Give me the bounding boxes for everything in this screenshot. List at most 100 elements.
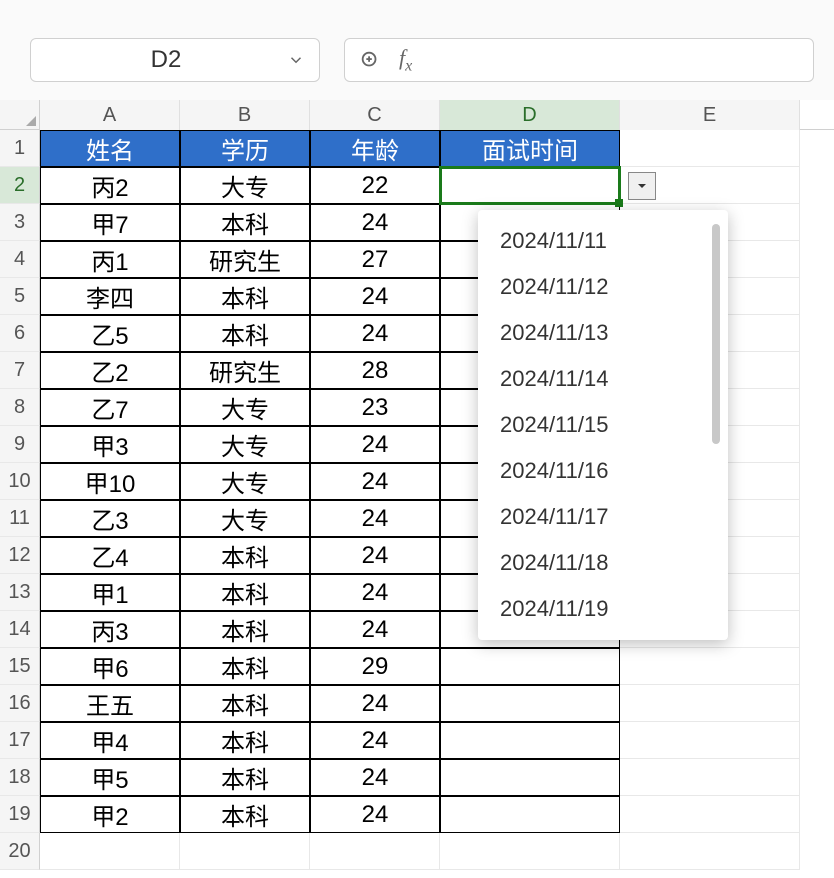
row-header[interactable]: 11 [0,500,40,537]
dropdown-option[interactable]: 2024/11/19 [478,586,712,632]
cell-E19[interactable] [620,796,800,833]
cell-B19[interactable]: 本科 [180,796,310,833]
cell-A14[interactable]: 丙3 [40,611,180,648]
column-header-d[interactable]: D [440,100,620,130]
cell-A19[interactable]: 甲2 [40,796,180,833]
cell-C4[interactable]: 27 [310,241,440,278]
cell-D17[interactable] [440,722,620,759]
dropdown-scrollbar[interactable] [712,224,722,626]
row-header[interactable]: 1 [0,130,40,167]
cell-D2[interactable] [440,167,620,204]
row-header[interactable]: 20 [0,833,40,870]
cell-D1[interactable]: 面试时间 [440,130,620,167]
row-header[interactable]: 19 [0,796,40,833]
cell-D15[interactable] [440,648,620,685]
cell-B6[interactable]: 本科 [180,315,310,352]
cell-B18[interactable]: 本科 [180,759,310,796]
formula-input[interactable] [430,49,799,72]
cell-D20[interactable] [440,833,620,870]
column-header-a[interactable]: A [40,100,180,130]
cell-B2[interactable]: 大专 [180,167,310,204]
cell-E18[interactable] [620,759,800,796]
row-header[interactable]: 4 [0,241,40,278]
lookup-icon[interactable] [359,49,381,71]
dropdown-option[interactable]: 2024/11/17 [478,494,712,540]
dropdown-option[interactable]: 2024/11/15 [478,402,712,448]
row-header[interactable]: 7 [0,352,40,389]
cell-B11[interactable]: 大专 [180,500,310,537]
cell-B8[interactable]: 大专 [180,389,310,426]
cell-B15[interactable]: 本科 [180,648,310,685]
cell-C17[interactable]: 24 [310,722,440,759]
cell-A16[interactable]: 王五 [40,685,180,722]
cell-A4[interactable]: 丙1 [40,241,180,278]
fill-handle[interactable] [615,199,623,207]
cell-A11[interactable]: 乙3 [40,500,180,537]
cell-C19[interactable]: 24 [310,796,440,833]
dropdown-option[interactable]: 2024/11/18 [478,540,712,586]
name-box[interactable]: D2 [30,38,320,82]
row-header[interactable]: 2 [0,167,40,204]
cell-C5[interactable]: 24 [310,278,440,315]
fx-label[interactable]: fx [399,45,412,75]
cell-E1[interactable] [620,130,800,167]
row-header[interactable]: 16 [0,685,40,722]
row-header[interactable]: 12 [0,537,40,574]
dropdown-option[interactable]: 2024/11/16 [478,448,712,494]
cell-C7[interactable]: 28 [310,352,440,389]
cell-A5[interactable]: 李四 [40,278,180,315]
cell-C3[interactable]: 24 [310,204,440,241]
cell-D18[interactable] [440,759,620,796]
cell-A7[interactable]: 乙2 [40,352,180,389]
row-header[interactable]: 8 [0,389,40,426]
cell-B1[interactable]: 学历 [180,130,310,167]
cell-A18[interactable]: 甲5 [40,759,180,796]
cell-A10[interactable]: 甲10 [40,463,180,500]
cell-C6[interactable]: 24 [310,315,440,352]
row-header[interactable]: 5 [0,278,40,315]
cell-C9[interactable]: 24 [310,426,440,463]
cell-E16[interactable] [620,685,800,722]
column-header-b[interactable]: B [180,100,310,130]
select-all-corner[interactable] [0,100,40,130]
cell-B3[interactable]: 本科 [180,204,310,241]
row-header[interactable]: 18 [0,759,40,796]
cell-D16[interactable] [440,685,620,722]
cell-E15[interactable] [620,648,800,685]
row-header[interactable]: 13 [0,574,40,611]
cell-A20[interactable] [40,833,180,870]
cell-E17[interactable] [620,722,800,759]
cell-C11[interactable]: 24 [310,500,440,537]
cell-A15[interactable]: 甲6 [40,648,180,685]
cell-B14[interactable]: 本科 [180,611,310,648]
cell-C20[interactable] [310,833,440,870]
validation-dropdown-button[interactable] [628,172,656,200]
cell-B9[interactable]: 大专 [180,426,310,463]
cell-A6[interactable]: 乙5 [40,315,180,352]
cell-D19[interactable] [440,796,620,833]
cell-A8[interactable]: 乙7 [40,389,180,426]
cell-A12[interactable]: 乙4 [40,537,180,574]
cell-E20[interactable] [620,833,800,870]
formula-bar[interactable]: fx [344,38,814,82]
cell-B7[interactable]: 研究生 [180,352,310,389]
cell-B17[interactable]: 本科 [180,722,310,759]
cell-C2[interactable]: 22 [310,167,440,204]
dropdown-option[interactable]: 2024/11/11 [478,218,712,264]
row-header[interactable]: 14 [0,611,40,648]
cell-C15[interactable]: 29 [310,648,440,685]
column-header-e[interactable]: E [620,100,800,130]
cell-C8[interactable]: 23 [310,389,440,426]
cell-C16[interactable]: 24 [310,685,440,722]
cell-A17[interactable]: 甲4 [40,722,180,759]
dropdown-scrollbar-thumb[interactable] [712,224,720,444]
column-header-c[interactable]: C [310,100,440,130]
cell-B12[interactable]: 本科 [180,537,310,574]
cell-B5[interactable]: 本科 [180,278,310,315]
cell-B20[interactable] [180,833,310,870]
dropdown-option[interactable]: 2024/11/13 [478,310,712,356]
dropdown-option[interactable]: 2024/11/14 [478,356,712,402]
row-header[interactable]: 6 [0,315,40,352]
row-header[interactable]: 15 [0,648,40,685]
row-header[interactable]: 3 [0,204,40,241]
